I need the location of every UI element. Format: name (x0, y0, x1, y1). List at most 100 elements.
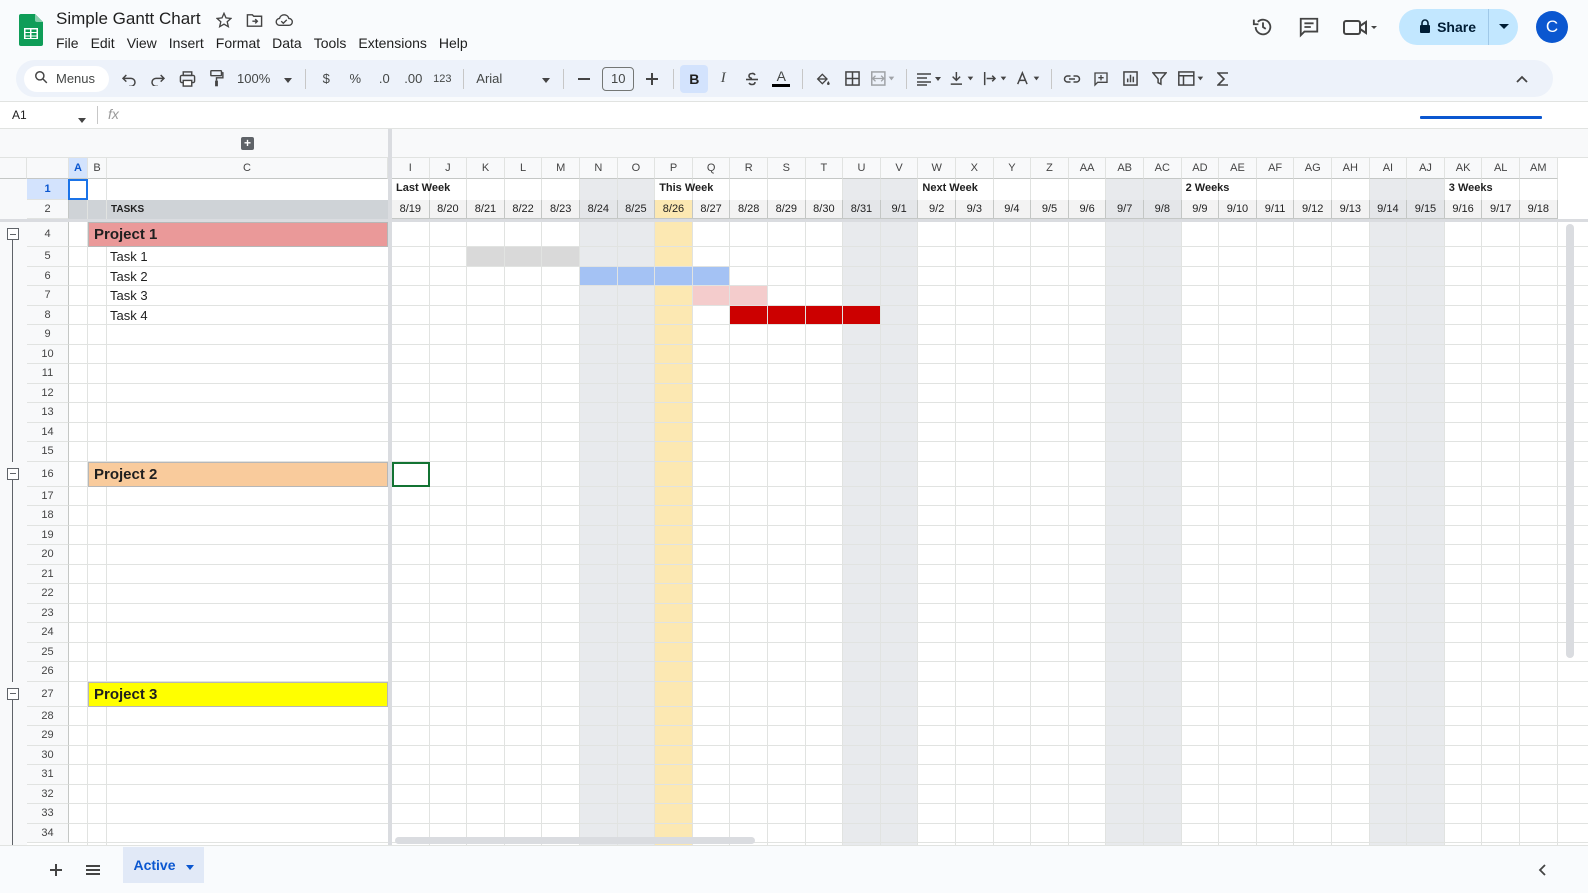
row-header[interactable]: 2 (27, 200, 69, 219)
column-header[interactable]: AA (1068, 158, 1107, 179)
increase-decimal-button[interactable]: .00 (399, 65, 427, 93)
gantt-bar-segment[interactable] (730, 305, 767, 324)
gantt-bar-segment[interactable] (655, 266, 692, 285)
column-header[interactable]: P (655, 158, 693, 179)
name-box[interactable]: A1 (12, 108, 86, 123)
insert-chart-icon[interactable] (1116, 65, 1144, 93)
date-header-cell[interactable]: 9/10 (1219, 200, 1257, 219)
text-color-button[interactable]: A (767, 65, 795, 93)
column-header[interactable]: K (467, 158, 505, 179)
column-header[interactable]: AH (1332, 158, 1370, 179)
insert-link-icon[interactable] (1058, 65, 1086, 93)
gantt-bar-segment[interactable] (843, 305, 880, 324)
star-icon[interactable] (214, 10, 234, 30)
row-header[interactable]: 17 (27, 486, 69, 506)
column-header-a[interactable]: A (69, 158, 88, 179)
column-header[interactable]: J (429, 158, 468, 179)
text-rotation-icon[interactable] (1012, 65, 1044, 93)
date-header-cell[interactable]: 8/20 (429, 200, 468, 219)
column-header[interactable]: N (580, 158, 618, 179)
row-header[interactable]: 9 (27, 325, 69, 345)
date-header-cell[interactable]: 8/24 (580, 200, 618, 219)
menu-tools[interactable]: Tools (308, 33, 353, 53)
gantt-bar-segment[interactable] (467, 247, 504, 266)
column-header[interactable]: R (730, 158, 768, 179)
date-header-cell[interactable]: 8/21 (467, 200, 505, 219)
percent-format-button[interactable]: % (341, 65, 369, 93)
date-header-cell[interactable]: 8/25 (617, 200, 656, 219)
horizontal-align-icon[interactable] (913, 65, 945, 93)
row-header[interactable]: 11 (27, 364, 69, 384)
undo-icon[interactable] (115, 65, 143, 93)
increase-font-size-icon[interactable] (638, 65, 666, 93)
task-name-cell[interactable]: Task 3 (110, 286, 148, 306)
collapse-group-icon[interactable] (7, 467, 19, 480)
column-header[interactable]: AE (1219, 158, 1257, 179)
column-header[interactable]: X (956, 158, 994, 179)
row-header[interactable]: 29 (27, 726, 69, 746)
row-header[interactable]: 20 (27, 545, 69, 565)
cloud-status-icon[interactable] (274, 10, 294, 30)
bold-button[interactable]: B (680, 64, 709, 93)
gantt-bar-segment[interactable] (692, 266, 730, 285)
filter-views-icon[interactable] (1174, 65, 1208, 93)
move-folder-icon[interactable] (244, 10, 264, 30)
add-sheet-icon[interactable] (44, 858, 68, 882)
column-header[interactable]: Y (993, 158, 1032, 179)
fill-color-icon[interactable] (809, 65, 837, 93)
row-header[interactable]: 19 (27, 525, 69, 545)
date-header-cell[interactable]: 8/29 (768, 200, 806, 219)
row-header[interactable]: 25 (27, 642, 69, 662)
column-header[interactable]: AD (1181, 158, 1220, 179)
row-header[interactable]: 8 (27, 305, 69, 325)
menu-extensions[interactable]: Extensions (352, 33, 432, 53)
filter-icon[interactable] (1145, 65, 1173, 93)
column-header[interactable]: I (392, 158, 430, 179)
functions-icon[interactable] (1209, 65, 1237, 93)
task-name-cell[interactable]: Task 4 (110, 306, 148, 326)
row-header[interactable]: 33 (27, 804, 69, 824)
row-header[interactable]: 4 (27, 222, 69, 247)
date-header-cell[interactable]: 9/7 (1106, 200, 1144, 219)
task-name-cell[interactable]: Task 2 (110, 267, 148, 287)
column-header[interactable]: AB (1106, 158, 1144, 179)
row-header[interactable]: 13 (27, 403, 69, 423)
borders-icon[interactable] (838, 65, 866, 93)
column-header-b[interactable]: B (88, 158, 107, 179)
gantt-bar-segment[interactable] (542, 247, 579, 266)
collapse-group-icon[interactable] (7, 687, 19, 700)
meet-video-icon[interactable] (1341, 13, 1381, 41)
gantt-bar-segment[interactable] (730, 286, 767, 305)
account-avatar[interactable]: C (1536, 11, 1568, 43)
date-header-cell[interactable]: 9/11 (1256, 200, 1295, 219)
vertical-align-icon[interactable] (946, 65, 978, 93)
share-button[interactable]: Share (1399, 9, 1518, 45)
column-header[interactable]: U (843, 158, 881, 179)
row-header[interactable]: 30 (27, 745, 69, 765)
redo-icon[interactable] (144, 65, 172, 93)
column-header[interactable]: Q (692, 158, 731, 179)
font-size-input[interactable]: 10 (602, 66, 635, 91)
column-header[interactable]: AI (1369, 158, 1408, 179)
decrease-decimal-button[interactable]: .0 (370, 65, 398, 93)
row-header[interactable]: 6 (27, 266, 69, 286)
column-header[interactable]: M (542, 158, 580, 179)
zoom-select[interactable]: 100% (231, 65, 298, 93)
select-all-corner[interactable] (27, 158, 69, 179)
selected-cell-outline[interactable] (392, 461, 430, 487)
row-header[interactable]: 28 (27, 706, 69, 726)
frozen-column-divider[interactable] (388, 129, 392, 845)
row-header[interactable]: 26 (27, 662, 69, 682)
date-header-cell[interactable]: 8/28 (730, 200, 768, 219)
date-header-cell[interactable]: 9/9 (1181, 200, 1220, 219)
vertical-scrollbar[interactable] (1566, 224, 1574, 658)
column-header[interactable]: T (805, 158, 844, 179)
all-sheets-icon[interactable] (81, 858, 105, 882)
insert-comment-icon[interactable] (1087, 65, 1115, 93)
horizontal-scrollbar[interactable] (395, 837, 755, 844)
document-title[interactable]: Simple Gantt Chart (56, 9, 201, 29)
gantt-bar-segment[interactable] (805, 305, 843, 324)
menu-data[interactable]: Data (266, 33, 308, 53)
row-header[interactable]: 10 (27, 344, 69, 364)
gantt-bar-segment[interactable] (580, 266, 617, 285)
